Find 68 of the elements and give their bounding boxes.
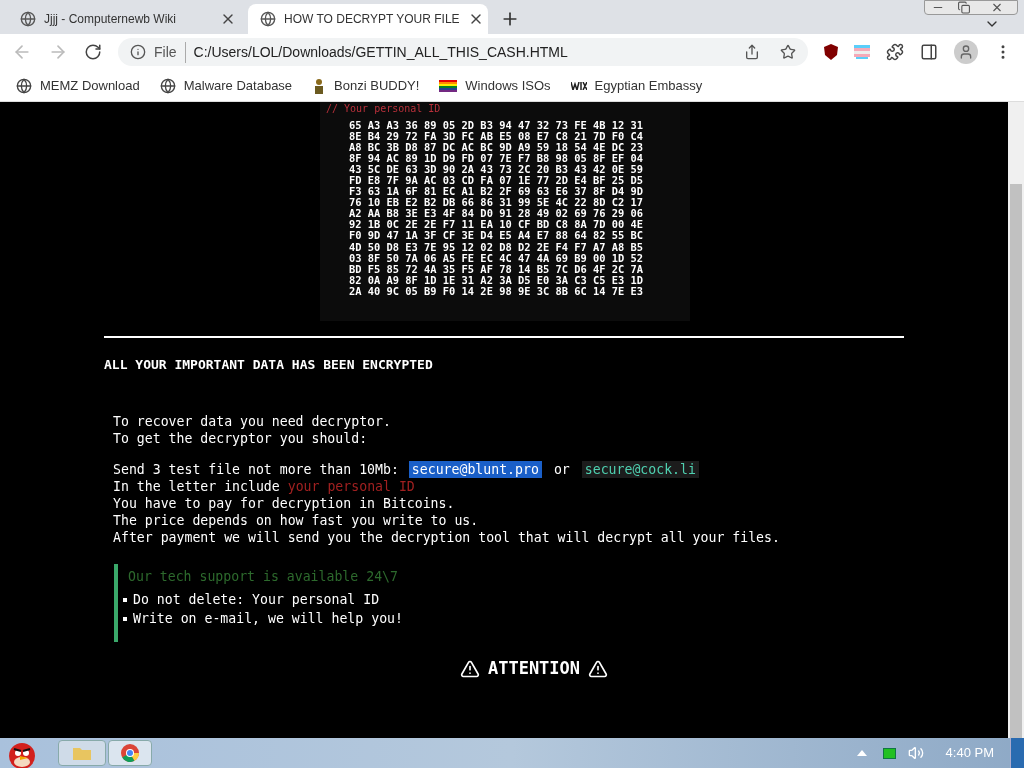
hex-row: 2A 40 9C 05 B9 F0 14 2E 98 9E 3C 8B 6C 14 7E E3 xyxy=(349,285,644,297)
body-text: To recover data you need decryptor. xyxy=(113,413,391,431)
hex-row: 76 10 EB E2 B2 DB 66 86 31 99 5E 4C 22 8D C2 17 xyxy=(349,197,644,209)
hex-row: FD E8 7F 9A AC 03 CD FA 07 1E 77 2D E4 BF 25 D5 xyxy=(349,175,644,187)
body-text: Send 3 test file not more than 10Mb: xyxy=(113,461,399,479)
extensions-icon[interactable] xyxy=(886,43,904,61)
taskbar-button[interactable] xyxy=(108,740,152,766)
bookmark-link[interactable]: Egyptian Embassy xyxy=(570,75,703,96)
url-text: C:/Users/LOL/Downloads/GETTIN_ALL_THIS_CASH.HTML xyxy=(193,42,569,62)
folder-icon xyxy=(72,745,92,761)
bookmark-star-icon[interactable] xyxy=(780,44,796,60)
body-text: In the letter include xyxy=(113,478,280,496)
tab-title: Jjjj - Computernewb Wiki xyxy=(44,11,178,28)
bullet-icon xyxy=(123,616,127,621)
or-text: or xyxy=(552,461,571,479)
hex-row: A8 BC 3B D8 87 DC AC BC 9D A9 59 18 54 4E DC 23 xyxy=(349,142,644,154)
shield-icon[interactable] xyxy=(824,44,838,60)
body-text: You have to pay for decryption in Bitcoins. xyxy=(113,495,455,513)
body-text: After payment we will send you the decryption tool that will decrypt all your files. xyxy=(113,529,780,547)
support-title: Our tech support is available 24\7 xyxy=(128,568,398,587)
page-icon xyxy=(20,11,36,27)
side-panel-icon[interactable] xyxy=(920,43,938,61)
wix-logo-icon xyxy=(570,81,587,90)
info-icon xyxy=(130,44,146,60)
email-link[interactable]: secure@blunt.pro xyxy=(408,461,542,479)
bookmark-link[interactable]: Windows ISOs xyxy=(439,75,551,96)
browser-tab[interactable]: HOW TO DECRYPT YOUR FILE xyxy=(248,4,488,34)
tab-title: HOW TO DECRYPT YOUR FILE xyxy=(284,11,460,28)
browser-tab[interactable]: Jjjj - Computernewb Wiki xyxy=(8,4,248,34)
bullet-icon xyxy=(123,597,127,602)
hex-row: 03 8F 50 7A 06 A5 FE EC 4C 47 4A 69 B9 00 1D 52 xyxy=(349,252,644,264)
bookmark-link[interactable]: MEMZ Download xyxy=(16,75,140,96)
profile-avatar[interactable] xyxy=(954,40,978,64)
attention-heading: ATTENTION xyxy=(487,657,581,681)
reload-icon[interactable] xyxy=(84,43,102,61)
rainbow-flag-icon xyxy=(439,78,458,93)
globe-icon xyxy=(159,77,176,94)
network-icon[interactable] xyxy=(882,747,896,759)
list-item: Write on e-mail, we will help you! xyxy=(133,610,403,629)
warning-icon xyxy=(588,659,609,679)
id-label: // Your personal ID xyxy=(325,103,442,115)
personal-id-text: your personal ID xyxy=(287,478,415,496)
globe-icon xyxy=(16,77,32,94)
address-field[interactable]: File C:/Users/LOL/Downloads/GETTIN_ALL_THIS_CASH.HTML xyxy=(118,38,808,66)
bookmark-link[interactable]: Bonzi BUDDY! xyxy=(312,75,420,96)
heading: ALL YOUR IMPORTANT DATA HAS BEEN ENCRYPTED xyxy=(104,355,433,374)
bookmark-link[interactable]: Malware Database xyxy=(159,75,293,96)
email-link[interactable]: secure@cock.li xyxy=(581,461,699,479)
warning-icon xyxy=(459,659,480,679)
hex-row: A2 AA B8 3E E3 4F 84 D0 91 28 49 02 69 76 29 06 xyxy=(349,208,644,220)
hex-row: F0 9D 47 1A 3F CF 3E D4 E5 A4 E7 88 64 82 55 BC xyxy=(349,230,644,242)
body-text: To get the decryptor you should: xyxy=(113,430,368,448)
body-text: The price depends on how fast you write to us. xyxy=(113,512,479,530)
hex-row: 65 A3 A3 36 89 05 2D B3 94 47 32 73 FE 4B 12 31 xyxy=(349,120,644,132)
hex-row: 82 0A A9 8F 1D 1E 31 A2 3A D5 E0 3A C3 C5 E3 1D xyxy=(349,274,644,286)
hex-row: 8E B4 29 72 FA 3D FC AB E5 08 E7 C8 21 7D F0 C4 xyxy=(349,131,644,143)
chrome-logo-icon xyxy=(121,744,139,762)
hex-row: F3 63 1A 6F 81 EC A1 B2 2F 69 63 E6 37 8F D4 9D xyxy=(349,186,644,198)
hex-row: 8F 94 AC 89 1D D9 FD 07 7E F7 B8 98 05 8F EF 04 xyxy=(349,153,644,165)
hex-row: 4D 50 D8 E3 7E 95 12 02 D8 D2 2E F4 F7 A7 A8 B5 xyxy=(349,241,644,253)
scrollbar[interactable] xyxy=(1008,102,1024,738)
page-icon xyxy=(260,11,276,27)
list-item: Do not delete: Your personal ID xyxy=(133,591,380,610)
hex-row: 92 1B 0C 2E 2E F7 11 EA 10 CF BD C8 8A 7D 00 4E xyxy=(349,219,644,231)
hex-row: 43 5C DE 63 3D 90 2A 43 73 2C 20 B3 43 42 0E 59 xyxy=(349,164,644,176)
scheme-label: File xyxy=(154,41,186,63)
share-icon[interactable] xyxy=(744,44,760,60)
hex-row: BD F5 85 72 4A 35 F5 AF 78 14 B5 7C D6 4F 2C 7A xyxy=(349,263,644,275)
